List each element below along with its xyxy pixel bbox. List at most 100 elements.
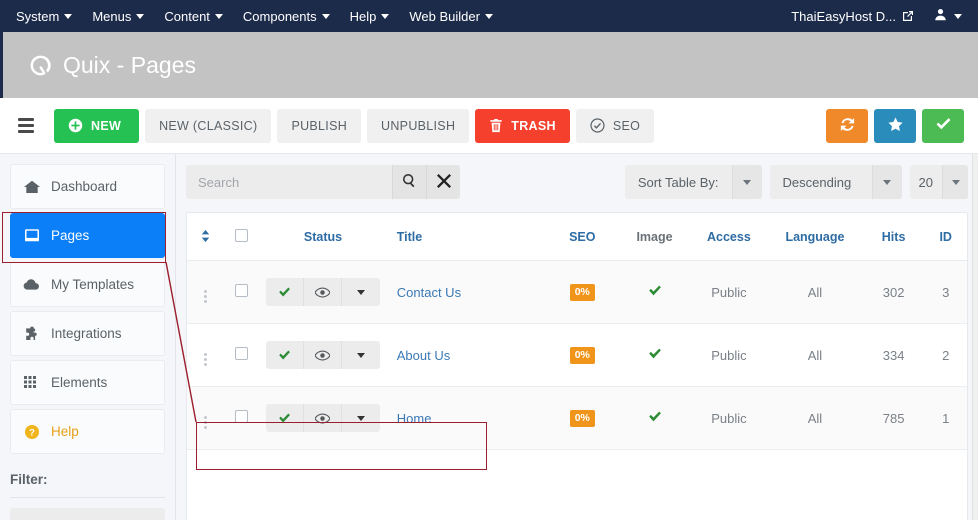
column-header-status[interactable]: Status xyxy=(259,213,387,261)
hamburger-icon[interactable] xyxy=(12,111,40,141)
row-checkbox[interactable] xyxy=(234,284,248,297)
sidebar-item-dashboard[interactable]: Dashboard xyxy=(10,164,165,209)
column-header-access[interactable]: Access xyxy=(690,213,768,261)
seo-button-label: SEO xyxy=(612,118,641,133)
eye-icon xyxy=(315,349,330,361)
publish-toggle-button[interactable] xyxy=(266,404,304,432)
menu-item-menus[interactable]: Menus xyxy=(82,3,154,30)
pages-table: Status Title SEO Image Access Language H… xyxy=(187,213,967,450)
page-size-select[interactable]: 20 xyxy=(909,165,968,199)
check-icon xyxy=(935,117,952,135)
row-select-cell[interactable] xyxy=(223,260,260,324)
row-drag-handle[interactable] xyxy=(187,323,224,387)
sidebar-item-elements[interactable]: Elements xyxy=(10,360,165,405)
unpublish-button[interactable]: UNPUBLISH xyxy=(367,108,470,143)
sort-by-value[interactable]: Sort Table By: xyxy=(624,165,732,199)
page-size-value[interactable]: 20 xyxy=(909,165,942,199)
drag-handle-icon xyxy=(203,416,207,429)
menu-item-content[interactable]: Content xyxy=(154,3,233,30)
site-name-label: ThaiEasyHost D... xyxy=(791,8,896,24)
column-header-seo[interactable]: SEO xyxy=(546,213,619,261)
check-icon xyxy=(648,411,661,421)
clear-search-button[interactable] xyxy=(426,165,460,199)
menu-item-components[interactable]: Components xyxy=(233,3,340,30)
refresh-button[interactable] xyxy=(826,108,868,143)
check-circle-icon xyxy=(590,118,605,133)
table-row[interactable]: Contact Us 0% Public All 302 3 xyxy=(187,260,967,324)
sidebar-item-pages[interactable]: Pages xyxy=(10,213,165,258)
site-preview-link[interactable]: ThaiEasyHost D... xyxy=(791,9,914,24)
row-drag-handle[interactable] xyxy=(187,386,224,450)
menu-label: Menus xyxy=(92,8,132,24)
column-header-ordering[interactable] xyxy=(187,213,224,261)
column-header-select-all[interactable] xyxy=(223,213,260,261)
table-row[interactable]: Home 0% Public All 785 1 xyxy=(187,386,967,450)
seo-score-badge: 0% xyxy=(569,347,595,364)
page-title-link[interactable]: About Us xyxy=(397,348,450,363)
row-title-cell[interactable]: Contact Us xyxy=(386,260,547,324)
column-header-id[interactable]: ID xyxy=(924,213,967,261)
sidebar-item-my-templates[interactable]: My Templates xyxy=(10,262,165,307)
check-icon xyxy=(279,287,290,297)
row-checkbox[interactable] xyxy=(234,410,248,423)
save-button[interactable] xyxy=(922,108,964,143)
row-select-cell[interactable] xyxy=(223,386,260,450)
preview-button[interactable] xyxy=(304,341,342,369)
sort-direction-select[interactable]: Descending xyxy=(769,165,902,199)
new-classic-button[interactable]: NEW (CLASSIC) xyxy=(145,108,272,143)
vertical-scrollbar[interactable] xyxy=(972,154,978,520)
chevron-down-icon xyxy=(381,13,390,19)
svg-text:?: ? xyxy=(29,427,35,438)
row-title-cell[interactable]: Home xyxy=(386,386,547,450)
row-actions-button[interactable] xyxy=(342,341,380,369)
publish-toggle-button[interactable] xyxy=(266,341,304,369)
filter-input[interactable] xyxy=(10,508,165,520)
page-title-link[interactable]: Home xyxy=(397,411,432,426)
publish-toggle-button[interactable] xyxy=(266,278,304,306)
column-header-hits[interactable]: Hits xyxy=(862,213,925,261)
sidebar-item-integrations[interactable]: Integrations xyxy=(10,311,165,356)
row-drag-handle[interactable] xyxy=(187,260,224,324)
table-row[interactable]: About Us 0% Public All 334 2 xyxy=(187,323,967,387)
column-header-language[interactable]: Language xyxy=(767,213,863,261)
chevron-down-icon xyxy=(136,13,145,19)
favorite-button[interactable] xyxy=(874,108,916,143)
page-size-caret[interactable] xyxy=(942,165,968,199)
row-title-cell[interactable]: About Us xyxy=(386,323,547,387)
sidebar-item-label: Integrations xyxy=(51,326,122,341)
sidebar-item-label: Pages xyxy=(51,228,90,243)
row-checkbox[interactable] xyxy=(234,347,248,360)
column-header-image: Image xyxy=(618,213,691,261)
sort-by-caret[interactable] xyxy=(731,165,762,199)
status-button-group xyxy=(266,404,380,432)
menu-item-system[interactable]: System xyxy=(6,3,82,30)
preview-button[interactable] xyxy=(304,278,342,306)
row-actions-button[interactable] xyxy=(342,278,380,306)
preview-button[interactable] xyxy=(304,404,342,432)
menu-item-web-builder[interactable]: Web Builder xyxy=(399,3,503,30)
main-content: Sort Table By: Descending 20 xyxy=(176,154,978,520)
row-language-cell: All xyxy=(767,323,863,387)
select-all-checkbox[interactable] xyxy=(234,229,248,242)
trash-button[interactable]: TRASH xyxy=(475,108,570,143)
new-button[interactable]: NEW xyxy=(54,108,140,143)
caret-down-icon xyxy=(357,415,365,421)
page-title-link[interactable]: Contact Us xyxy=(397,285,461,300)
row-actions-button[interactable] xyxy=(342,404,380,432)
publish-button[interactable]: PUBLISH xyxy=(277,108,362,143)
star-icon xyxy=(887,116,904,136)
user-menu[interactable] xyxy=(920,8,962,24)
row-select-cell[interactable] xyxy=(223,323,260,387)
seo-button[interactable]: SEO xyxy=(575,108,655,143)
sort-direction-value[interactable]: Descending xyxy=(769,165,872,199)
plus-circle-icon xyxy=(68,118,83,133)
menu-item-help[interactable]: Help xyxy=(340,3,400,30)
chevron-down-icon xyxy=(951,179,960,185)
column-header-title[interactable]: Title xyxy=(386,213,547,261)
sort-by-select[interactable]: Sort Table By: xyxy=(624,165,762,199)
row-status-cell xyxy=(259,323,387,387)
sort-direction-caret[interactable] xyxy=(871,165,902,199)
search-button[interactable] xyxy=(392,165,426,199)
sidebar-item-help[interactable]: ? Help xyxy=(10,409,165,454)
search-input[interactable] xyxy=(186,165,392,199)
